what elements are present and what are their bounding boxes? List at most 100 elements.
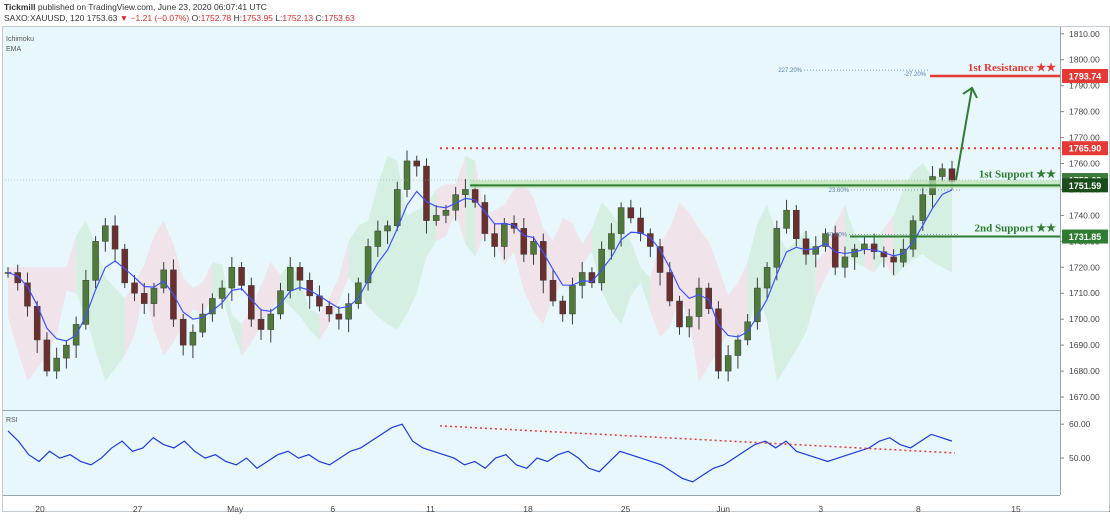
first-resistance-label: 1st Resistance ★★ (968, 62, 1056, 74)
candle-body (63, 344, 70, 359)
price-tick-label: 1740.00 (1069, 210, 1100, 220)
rsi-tick-label: 50.00 (1069, 453, 1091, 463)
candle-body (637, 217, 644, 234)
candle-body (218, 287, 226, 299)
candle-body (413, 160, 420, 167)
price-tick-label: 1690.00 (1069, 340, 1100, 350)
candle-body (296, 267, 304, 281)
candle-body (374, 230, 382, 247)
candle-body (267, 313, 275, 330)
candle-body (238, 267, 245, 286)
candle-body (394, 189, 401, 227)
candle-body (140, 292, 148, 304)
candle-body (228, 267, 236, 289)
price-chart[interactable]: Ichimoku EMA RSI 1670.00 1680.00 1690.00 1700.… (0, 0, 1110, 527)
price-tick-label: 1670.00 (1069, 392, 1100, 402)
candle-body (617, 207, 625, 234)
candle-body (160, 269, 167, 289)
candle-body (277, 290, 284, 315)
candle-body (627, 207, 635, 219)
candle-body (685, 316, 693, 328)
candle-body (286, 267, 294, 291)
candle-body (890, 256, 897, 263)
candle-body (520, 228, 528, 255)
candle-body (773, 228, 781, 268)
candle-body (948, 168, 956, 182)
candle-body (423, 165, 430, 221)
indicator-label-ema[interactable]: EMA (6, 46, 22, 53)
candle-body (802, 238, 810, 255)
time-tick-label: 20 (35, 504, 45, 514)
candle-body (325, 305, 333, 315)
candle-body (540, 241, 547, 281)
rsi-label[interactable]: RSI (6, 417, 18, 424)
ichimoku-cloud-segment (115, 288, 125, 369)
rsi-plot-background (2, 411, 1060, 495)
price-tick-label: 1810.00 (1069, 29, 1100, 39)
candle-body (549, 280, 557, 302)
candle-body (189, 331, 197, 346)
candle-body (666, 272, 674, 302)
second-support-price-badge-label: 1731.85 (1069, 232, 1102, 242)
price-tick-label: 1760.00 (1069, 159, 1100, 169)
dotted-resistance-price-badge-label: 1765.90 (1069, 144, 1102, 154)
time-tick-label: 18 (523, 504, 533, 514)
fib-23-label: 23.60% (829, 188, 850, 194)
first-support-label: 1st Support ★★ (979, 168, 1056, 180)
rsi-tick-label: 60.00 (1069, 419, 1091, 429)
time-tick-label: 3 (818, 504, 823, 514)
candle-body (695, 287, 703, 317)
candle-body (861, 243, 868, 250)
candle-body (793, 209, 800, 240)
candle-body (306, 280, 313, 297)
candle-body (131, 282, 138, 294)
ichimoku-cloud-segment (105, 277, 116, 382)
first-resistance-price-badge-label: 1793.74 (1069, 71, 1102, 81)
time-tick-label: 6 (330, 504, 335, 514)
time-tick-label: 8 (916, 504, 921, 514)
candle-body (919, 194, 927, 221)
ichimoku-cloud-segment (465, 155, 476, 257)
candle-body (442, 209, 450, 216)
fib-227-label: 227.20% (778, 68, 802, 74)
candle-body (724, 355, 732, 372)
candle-body (403, 160, 411, 190)
price-tick-label: 1680.00 (1069, 366, 1100, 376)
time-tick-label: Jun (716, 504, 730, 514)
candle-body (384, 225, 391, 232)
candle-body (92, 241, 99, 281)
candle-body (150, 287, 158, 304)
candle-body (608, 233, 615, 250)
candle-body (676, 300, 683, 328)
candle-body (179, 318, 187, 346)
candle-body (82, 280, 90, 325)
indicator-label-ichimoku[interactable]: Ichimoku (6, 36, 34, 43)
candle-body (335, 313, 343, 320)
price-tick-label: 1800.00 (1069, 55, 1100, 65)
candle-body (530, 241, 537, 255)
ichimoku-cloud-segment (387, 155, 398, 330)
candle-body (481, 202, 489, 234)
candle-body (559, 300, 566, 315)
candle-body (501, 222, 508, 247)
candle-body (569, 285, 576, 315)
fib-neg27-label: -27.20% (904, 72, 927, 78)
price-tick-label: 1780.00 (1069, 107, 1100, 117)
price-tick-label: 1770.00 (1069, 133, 1100, 143)
time-tick-label: May (227, 504, 244, 514)
candle-body (432, 215, 440, 221)
price-tick-label: 1710.00 (1069, 288, 1100, 298)
ichimoku-cloud-segment (562, 218, 573, 294)
candle-body (257, 318, 265, 330)
candle-body (43, 339, 51, 372)
candle-body (578, 272, 586, 286)
candle-body (102, 225, 109, 242)
time-tick-label: 11 (426, 504, 435, 514)
candle-body (783, 209, 790, 229)
time-tick-label: 25 (621, 504, 631, 514)
price-tick-label: 1700.00 (1069, 314, 1100, 324)
time-tick-label: 27 (133, 504, 143, 514)
candle-body (763, 267, 771, 289)
ichimoku-cloud-segment (786, 241, 797, 366)
candle-body (851, 248, 858, 258)
